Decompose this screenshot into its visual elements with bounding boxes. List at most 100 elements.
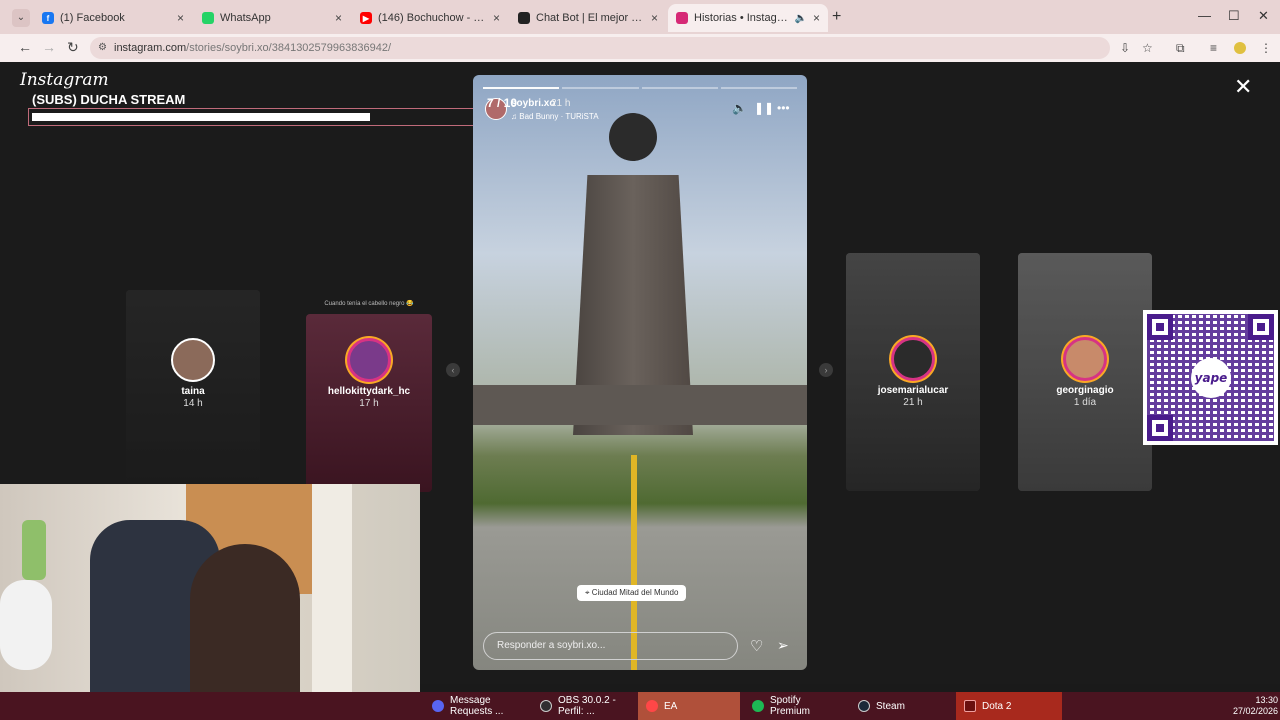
bookmark-star-icon[interactable]: ☆	[1142, 41, 1153, 55]
tab-whatsapp[interactable]: WhatsApp ×	[194, 4, 350, 32]
avatar	[1063, 337, 1107, 381]
location-sticker[interactable]: ⌖ Ciudad Mitad del Mundo	[577, 585, 687, 601]
tab-chatbot[interactable]: Chat Bot | El mejor software pa ×	[510, 4, 666, 32]
chatbot-icon	[518, 12, 530, 24]
url-host: instagram.com	[114, 42, 187, 54]
yape-logo: yape	[1191, 358, 1231, 398]
profile-avatar[interactable]	[1234, 42, 1246, 54]
avatar	[891, 337, 935, 381]
pause-icon[interactable]: ❚❚	[754, 101, 774, 115]
close-icon[interactable]: ×	[813, 11, 820, 25]
back-button[interactable]: ←	[18, 39, 32, 55]
story-username: hellokittydark_hc	[327, 386, 411, 397]
taskbar-label: Dota 2	[982, 700, 1012, 712]
tab-instagram[interactable]: Historias • Instagram 🔈 ×	[668, 4, 828, 32]
taskbar-ea[interactable]: EA	[638, 692, 740, 720]
stream-overlay-progress-fill	[32, 113, 370, 121]
story-preview-georginagio[interactable]: georginagio 1 día	[1018, 253, 1152, 491]
avatar	[171, 338, 215, 382]
taskbar-label: EA	[664, 700, 678, 712]
taskbar-label: Steam	[876, 700, 905, 712]
close-window-button[interactable]: ✕	[1258, 8, 1269, 24]
main-story[interactable]: 7 / 10 soybri.xo 21 h ♫ Bad Bunny · TURi…	[473, 75, 807, 670]
story-username: georginagio	[1056, 385, 1114, 396]
taskbar-label: OBS 30.0.2 - Perfil: ...	[558, 695, 616, 717]
story-preview-taina[interactable]: taina 14 h	[126, 290, 260, 482]
close-stories-button[interactable]: ✕	[1234, 74, 1252, 100]
new-tab-button[interactable]: +	[832, 8, 841, 26]
minimize-button[interactable]: —	[1198, 8, 1211, 23]
previous-story-arrow[interactable]: ‹	[446, 363, 460, 377]
tab-facebook[interactable]: f (1) Facebook ×	[34, 4, 192, 32]
taskbar-label: Spotify Premium	[770, 695, 811, 717]
avatar	[347, 338, 391, 382]
next-story-arrow[interactable]: ›	[819, 363, 833, 377]
taskbar-steam[interactable]: Steam	[850, 692, 952, 720]
system-clock[interactable]: 13:30 27/02/2026	[1230, 695, 1278, 717]
url-path: /stories/soybri.xo/3841302579963836942/	[186, 42, 392, 54]
heart-icon[interactable]: ♡	[750, 637, 763, 655]
reply-input[interactable]: Responder a soybri.xo...	[483, 632, 738, 660]
more-options-icon[interactable]: •••	[777, 101, 790, 115]
story-preview-josemarialucar[interactable]: josemarialucar 21 h	[846, 253, 980, 491]
taskbar-obs[interactable]: OBS 30.0.2 - Perfil: ...	[532, 692, 634, 720]
story-progress-segments	[483, 87, 797, 89]
ea-icon	[646, 700, 658, 712]
instagram-logo[interactable]: Instagram	[20, 70, 109, 90]
story-username: taina	[181, 386, 205, 397]
obs-icon	[540, 700, 552, 712]
story-music[interactable]: ♫ Bad Bunny · TURiSTA	[511, 112, 599, 121]
youtube-icon: ▶	[360, 12, 372, 24]
story-preview-hellokittydark[interactable]: Cuando tenía el cabello negro 😂 hellokit…	[306, 301, 432, 492]
instagram-icon	[676, 12, 688, 24]
story-time: 17 h	[359, 398, 379, 409]
screen: ⌄ f (1) Facebook × WhatsApp × ▶ (146) Bo…	[0, 0, 1280, 720]
spotify-icon	[752, 700, 764, 712]
tab-label: Historias • Instagram	[694, 12, 789, 24]
tab-search-dropdown[interactable]: ⌄	[12, 9, 30, 27]
tab-label: Chat Bot | El mejor software pa	[536, 12, 645, 24]
menu-icon[interactable]: ⋮	[1260, 41, 1272, 55]
url-field[interactable]: ⚙ instagram.com/stories/soybri.xo/384130…	[90, 37, 1110, 59]
dota2-icon	[964, 700, 976, 712]
tab-youtube[interactable]: ▶ (146) Bochuchow - YouTube ×	[352, 4, 508, 32]
send-icon[interactable]: ➢	[777, 637, 789, 654]
clock-date: 27/02/2026	[1232, 706, 1278, 716]
story-username[interactable]: soybri.xo	[511, 98, 555, 109]
install-app-icon[interactable]: ⇩	[1120, 41, 1130, 55]
steam-icon	[858, 700, 870, 712]
story-username: josemarialucar	[877, 385, 949, 396]
media-control-icon[interactable]: ≡	[1210, 41, 1217, 55]
close-icon[interactable]: ×	[177, 11, 184, 25]
taskbar-label: Message Requests ...	[450, 695, 504, 717]
story-music-label: Bad Bunny · TURiSTA	[519, 112, 599, 121]
reload-button[interactable]: ↻	[67, 39, 79, 56]
stream-overlay-title: (SUBS) DUCHA STREAM	[32, 92, 186, 107]
story-time: 21 h	[903, 397, 923, 408]
maximize-button[interactable]: ☐	[1228, 8, 1240, 24]
discord-icon	[432, 700, 444, 712]
mute-icon[interactable]: 🔈	[732, 101, 747, 115]
site-settings-icon[interactable]: ⚙	[98, 37, 107, 59]
story-time: 21 h	[551, 98, 571, 109]
taskbar-spotify[interactable]: Spotify Premium	[744, 692, 846, 720]
tab-bar: ⌄ f (1) Facebook × WhatsApp × ▶ (146) Bo…	[0, 0, 1280, 34]
whatsapp-icon	[202, 12, 214, 24]
tab-label: (1) Facebook	[60, 12, 125, 24]
speaker-icon[interactable]: 🔈	[795, 13, 807, 24]
clock-time: 13:30	[1255, 695, 1278, 705]
taskbar-dota2[interactable]: Dota 2	[956, 692, 1062, 720]
close-icon[interactable]: ×	[651, 11, 658, 25]
close-icon[interactable]: ×	[335, 11, 342, 25]
extensions-icon[interactable]: ⧉	[1176, 41, 1185, 56]
story-time: 14 h	[183, 398, 203, 409]
story-progress-segment	[483, 87, 560, 89]
yape-qr-code: yape	[1143, 310, 1278, 445]
address-bar-row: ← → ↻ ⚙ instagram.com/stories/soybri.xo/…	[0, 34, 1280, 62]
taskbar-discord[interactable]: Message Requests ...	[424, 692, 528, 720]
close-icon[interactable]: ×	[493, 11, 500, 25]
forward-button[interactable]: →	[42, 39, 56, 55]
stream-overlay-progress	[28, 108, 526, 126]
story-progress-segment	[641, 87, 718, 89]
location-label: Ciudad Mitad del Mundo	[591, 588, 679, 597]
